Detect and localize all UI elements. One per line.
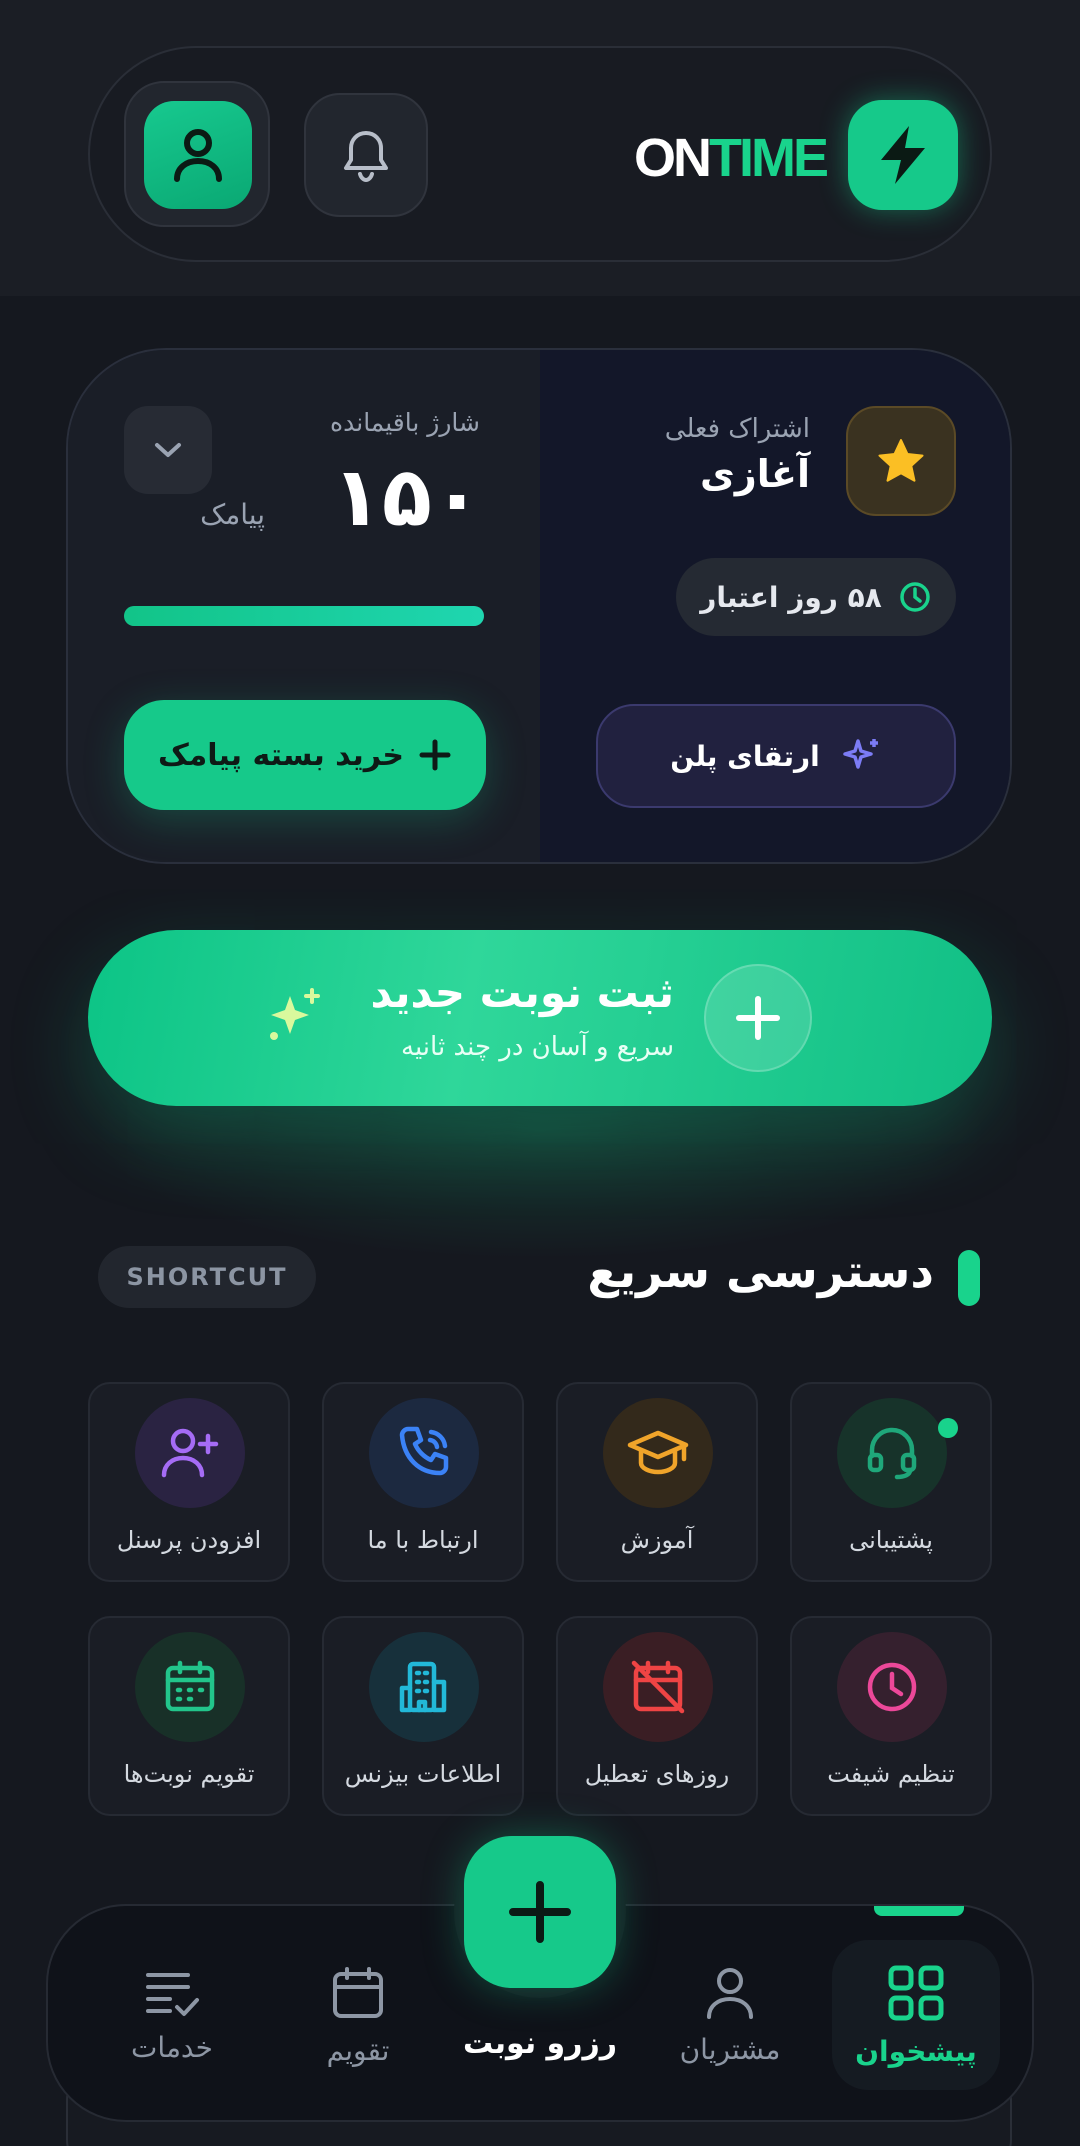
balance-unit: پیامک	[200, 498, 265, 531]
shortcut-label: ارتباط با ما	[367, 1526, 479, 1554]
bell-icon	[344, 131, 388, 182]
balance-value: ۱۵۰	[331, 450, 482, 545]
balance-progress-track	[124, 606, 484, 626]
shortcut-chip: SHORTCUT	[98, 1246, 316, 1308]
plus-icon	[509, 1881, 571, 1943]
education-icon-box	[603, 1398, 713, 1508]
building-icon	[399, 1661, 447, 1713]
plan-badge	[846, 406, 956, 516]
calendar-icon-box	[135, 1632, 245, 1742]
phone-icon	[399, 1426, 449, 1476]
logo-on: ON	[634, 128, 712, 188]
shortcut-contact[interactable]: ارتباط با ما	[322, 1382, 524, 1582]
cta-subtitle: سریع و آسان در چند ثانیه	[401, 1032, 674, 1062]
upgrade-plan-button[interactable]: ارتقای پلن	[596, 704, 956, 808]
buy-sms-label: خرید بسته پیامک	[157, 737, 405, 773]
section-title: دسترسی سریع	[587, 1244, 934, 1298]
sparkle-icon	[842, 739, 878, 769]
shortcut-add-staff[interactable]: افزودن پرسنل	[88, 1382, 290, 1582]
lightning-icon	[881, 126, 925, 184]
nav-calendar[interactable]: تقویم	[274, 1906, 442, 2124]
app-logo	[848, 100, 958, 210]
graduation-cap-icon	[627, 1430, 689, 1475]
plan-name: آغازی	[700, 452, 810, 496]
list-check-icon	[146, 1972, 199, 2016]
upgrade-plan-label: ارتقای پلن	[670, 739, 820, 773]
section-accent-bar	[958, 1250, 980, 1306]
shortcut-label: تنظیم شیفت	[827, 1760, 955, 1788]
support-icon-box	[837, 1398, 947, 1508]
shortcut-support[interactable]: پشتیبانی	[790, 1382, 992, 1582]
buy-sms-button[interactable]: خرید بسته پیامک	[124, 700, 486, 810]
plus-icon	[419, 739, 451, 771]
validity-label: ۵۸ روز اعتبار	[700, 580, 882, 614]
app-logo-text: ONTIME	[634, 120, 829, 196]
clock-icon	[900, 582, 930, 612]
plus-icon	[736, 996, 780, 1040]
add-user-icon	[161, 1428, 219, 1478]
validity-pill: ۵۸ روز اعتبار	[676, 558, 956, 636]
subscription-card: شارژ باقیمانده ۱۵۰ پیامک خرید بسته پیامک…	[66, 348, 1012, 864]
sparkle-icon	[270, 988, 320, 1040]
shortcut-business-info[interactable]: اطلاعات بیزنس	[322, 1616, 524, 1816]
nav-label: تقویم	[326, 2033, 390, 2067]
shift-icon-box	[837, 1632, 947, 1742]
nav-customers[interactable]: مشتریان	[646, 1906, 814, 2124]
user-icon	[174, 129, 222, 182]
profile-button[interactable]	[144, 101, 252, 209]
headset-icon	[867, 1427, 917, 1480]
notification-dot	[938, 1418, 958, 1438]
business-icon-box	[369, 1632, 479, 1742]
shortcut-appointment-calendar[interactable]: تقویم نوبت‌ها	[88, 1616, 290, 1816]
calendar-off-icon	[631, 1660, 685, 1714]
holidays-icon-box	[603, 1632, 713, 1742]
nav-dashboard[interactable]: پیشخوان	[832, 1906, 1000, 2124]
shortcut-label: پشتیبانی	[849, 1526, 933, 1554]
shortcut-holidays[interactable]: روزهای تعطیل	[556, 1616, 758, 1816]
notifications-button[interactable]	[304, 93, 428, 217]
shortcut-label: افزودن پرسنل	[116, 1526, 262, 1554]
contact-icon-box	[369, 1398, 479, 1508]
app-header: ONTIME	[88, 46, 992, 262]
expand-button[interactable]	[124, 406, 212, 494]
shortcut-label: تقویم نوبت‌ها	[123, 1760, 255, 1788]
grid-icon	[888, 1965, 944, 2020]
shortcut-label: روزهای تعطیل	[584, 1760, 730, 1788]
nav-label: پیشخوان	[855, 2034, 977, 2068]
calendar-icon	[333, 1966, 383, 2018]
logo-time: TIME	[709, 128, 829, 188]
user-icon	[707, 1967, 753, 2019]
avatar-frame	[124, 81, 270, 227]
balance-label: شارژ باقیمانده	[330, 408, 480, 437]
clock-icon	[867, 1662, 917, 1712]
star-icon	[878, 439, 924, 482]
shortcut-education[interactable]: آموزش	[556, 1382, 758, 1582]
nav-services[interactable]: خدمات	[88, 1906, 256, 2124]
cta-title: ثبت نوبت جدید	[370, 968, 674, 1017]
nav-book-label: رزرو نوبت	[463, 2026, 617, 2061]
cta-plus-circle	[704, 964, 812, 1072]
nav-book-button[interactable]	[464, 1836, 616, 1988]
nav-label: مشتریان	[679, 2032, 781, 2066]
shortcut-label: اطلاعات بیزنس	[344, 1760, 502, 1788]
balance-progress-fill	[124, 606, 484, 626]
add-staff-icon-box	[135, 1398, 245, 1508]
shortcut-shift[interactable]: تنظیم شیفت	[790, 1616, 992, 1816]
calendar-icon	[165, 1660, 215, 1712]
new-appointment-button[interactable]: ثبت نوبت جدید سریع و آسان در چند ثانیه	[88, 930, 992, 1106]
nav-label: خدمات	[131, 2030, 213, 2064]
shortcut-label: آموزش	[620, 1526, 694, 1554]
chevron-down-icon	[155, 443, 181, 457]
plan-label: اشتراک فعلی	[664, 414, 810, 444]
